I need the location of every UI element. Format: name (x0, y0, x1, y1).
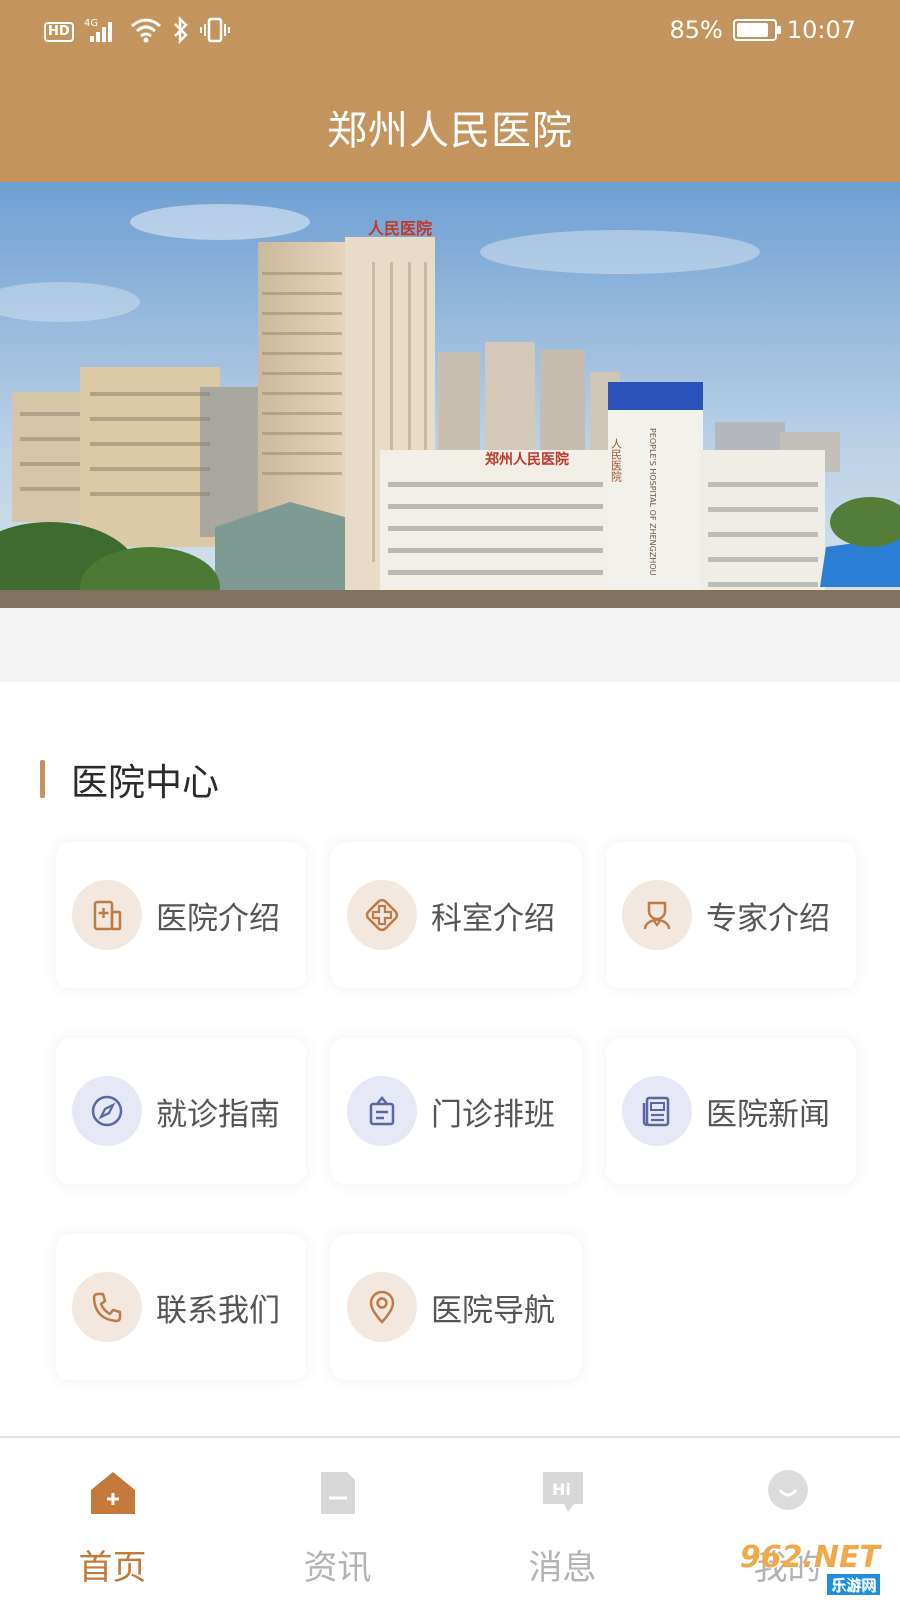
banner-sign-front: 郑州人民医院 (485, 451, 569, 468)
card-outpatient-schedule[interactable]: 门诊排班 (331, 1038, 581, 1184)
card-label: 门诊排班 (431, 1096, 555, 1133)
home-icon (88, 1468, 138, 1518)
section-accent-bar (40, 760, 45, 798)
app-header: HD 4G 85% 10:07 郑州人民医院 (0, 0, 900, 182)
status-bar: HD 4G 85% 10:07 (0, 0, 900, 64)
hospital-photo: 人民医院 郑州人民医院 人民医院 PEOPLE'S HOSPITAL OF ZH… (0, 182, 900, 608)
compass-icon (72, 1076, 142, 1146)
card-department-intro[interactable]: 科室介绍 (331, 842, 581, 988)
card-visit-guide[interactable]: 就诊指南 (56, 1038, 306, 1184)
card-label: 就诊指南 (156, 1096, 280, 1133)
tab-messages[interactable]: Hi 消息 (450, 1438, 675, 1600)
svg-text:Hi: Hi (552, 1480, 571, 1499)
section-header: 医院中心 (40, 752, 219, 806)
schedule-board-icon (347, 1076, 417, 1146)
bottom-tab-bar: 首页 资讯 Hi 消息 我的 (0, 1436, 900, 1600)
banner-spacer (0, 608, 900, 682)
hd-indicator: HD (44, 22, 74, 42)
hospital-center-grid: 医院介绍 科室介绍 专家介绍 就诊指南 门诊排班 医院新闻 联系我们 医院导航 (56, 842, 868, 1387)
clock: 10:07 (786, 16, 856, 44)
document-icon (313, 1468, 363, 1518)
card-label: 医院导航 (431, 1292, 555, 1329)
banner-sign-tower: 人民医院 (368, 219, 432, 238)
profile-icon (763, 1468, 813, 1518)
card-expert-intro[interactable]: 专家介绍 (606, 842, 856, 988)
card-label: 联系我们 (156, 1292, 280, 1329)
banner-vertical-sign-en: PEOPLE'S HOSPITAL OF ZHENGZHOU (648, 428, 657, 576)
site-watermark: 962.NET 乐游网 (739, 1540, 880, 1595)
card-contact-us[interactable]: 联系我们 (56, 1234, 306, 1380)
card-label: 医院介绍 (156, 900, 280, 937)
banner-vertical-sign-cn: 人民医院 (610, 438, 623, 482)
card-hospital-navigation[interactable]: 医院导航 (331, 1234, 581, 1380)
bluetooth-icon (172, 15, 190, 48)
card-label: 科室介绍 (431, 900, 555, 937)
tab-news[interactable]: 资讯 (225, 1438, 450, 1600)
doctor-icon (622, 880, 692, 950)
network-type: 4G (84, 18, 98, 29)
card-hospital-intro[interactable]: 医院介绍 (56, 842, 306, 988)
tab-home[interactable]: 首页 (0, 1438, 225, 1600)
tab-messages-label: 消息 (528, 1548, 597, 1588)
page-title: 郑州人民医院 (327, 108, 573, 154)
battery-icon (732, 19, 781, 41)
wifi-icon (130, 17, 162, 47)
vibrate-icon (199, 16, 230, 48)
watermark-text: 962.NET (739, 1540, 880, 1575)
message-hi-icon: Hi (538, 1468, 588, 1518)
card-label: 医院新闻 (706, 1096, 830, 1133)
medical-cross-icon (347, 880, 417, 950)
tab-news-label: 资讯 (303, 1548, 372, 1588)
card-hospital-news[interactable]: 医院新闻 (606, 1038, 856, 1184)
battery-percent: 85% (669, 16, 723, 44)
phone-icon (72, 1272, 142, 1342)
hospital-banner-image[interactable]: 人民医院 郑州人民医院 人民医院 PEOPLE'S HOSPITAL OF ZH… (0, 182, 900, 608)
tab-home-label: 首页 (78, 1548, 147, 1588)
watermark-subtext: 乐游网 (826, 1574, 880, 1595)
location-pin-icon (347, 1272, 417, 1342)
card-label: 专家介绍 (706, 900, 830, 937)
section-title: 医院中心 (71, 761, 219, 804)
signal-icon: 4G (84, 16, 120, 48)
newspaper-icon (622, 1076, 692, 1146)
hospital-building-icon (72, 880, 142, 950)
